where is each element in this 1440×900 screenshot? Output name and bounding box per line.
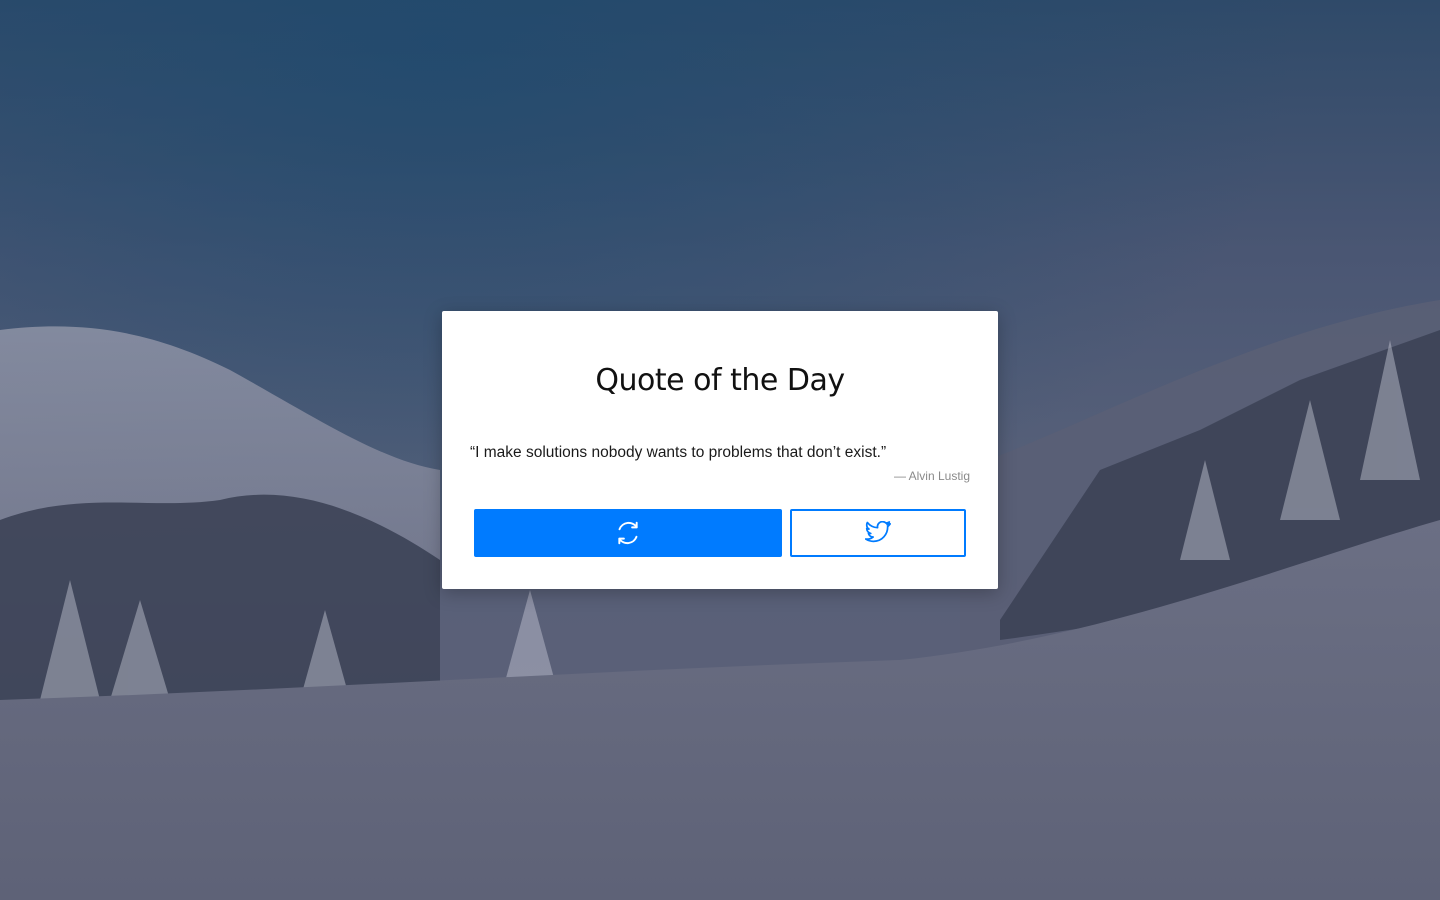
twitter-icon <box>865 521 891 545</box>
tweet-button[interactable] <box>790 509 966 557</box>
quote-card: Quote of the Day “I make solutions nobod… <box>442 311 998 589</box>
refresh-icon <box>615 520 641 546</box>
new-quote-button[interactable] <box>474 509 782 557</box>
quote-text: “I make solutions nobody wants to proble… <box>470 444 887 461</box>
quote-author: — Alvin Lustig <box>893 469 970 483</box>
page-title: Quote of the Day <box>595 363 845 398</box>
